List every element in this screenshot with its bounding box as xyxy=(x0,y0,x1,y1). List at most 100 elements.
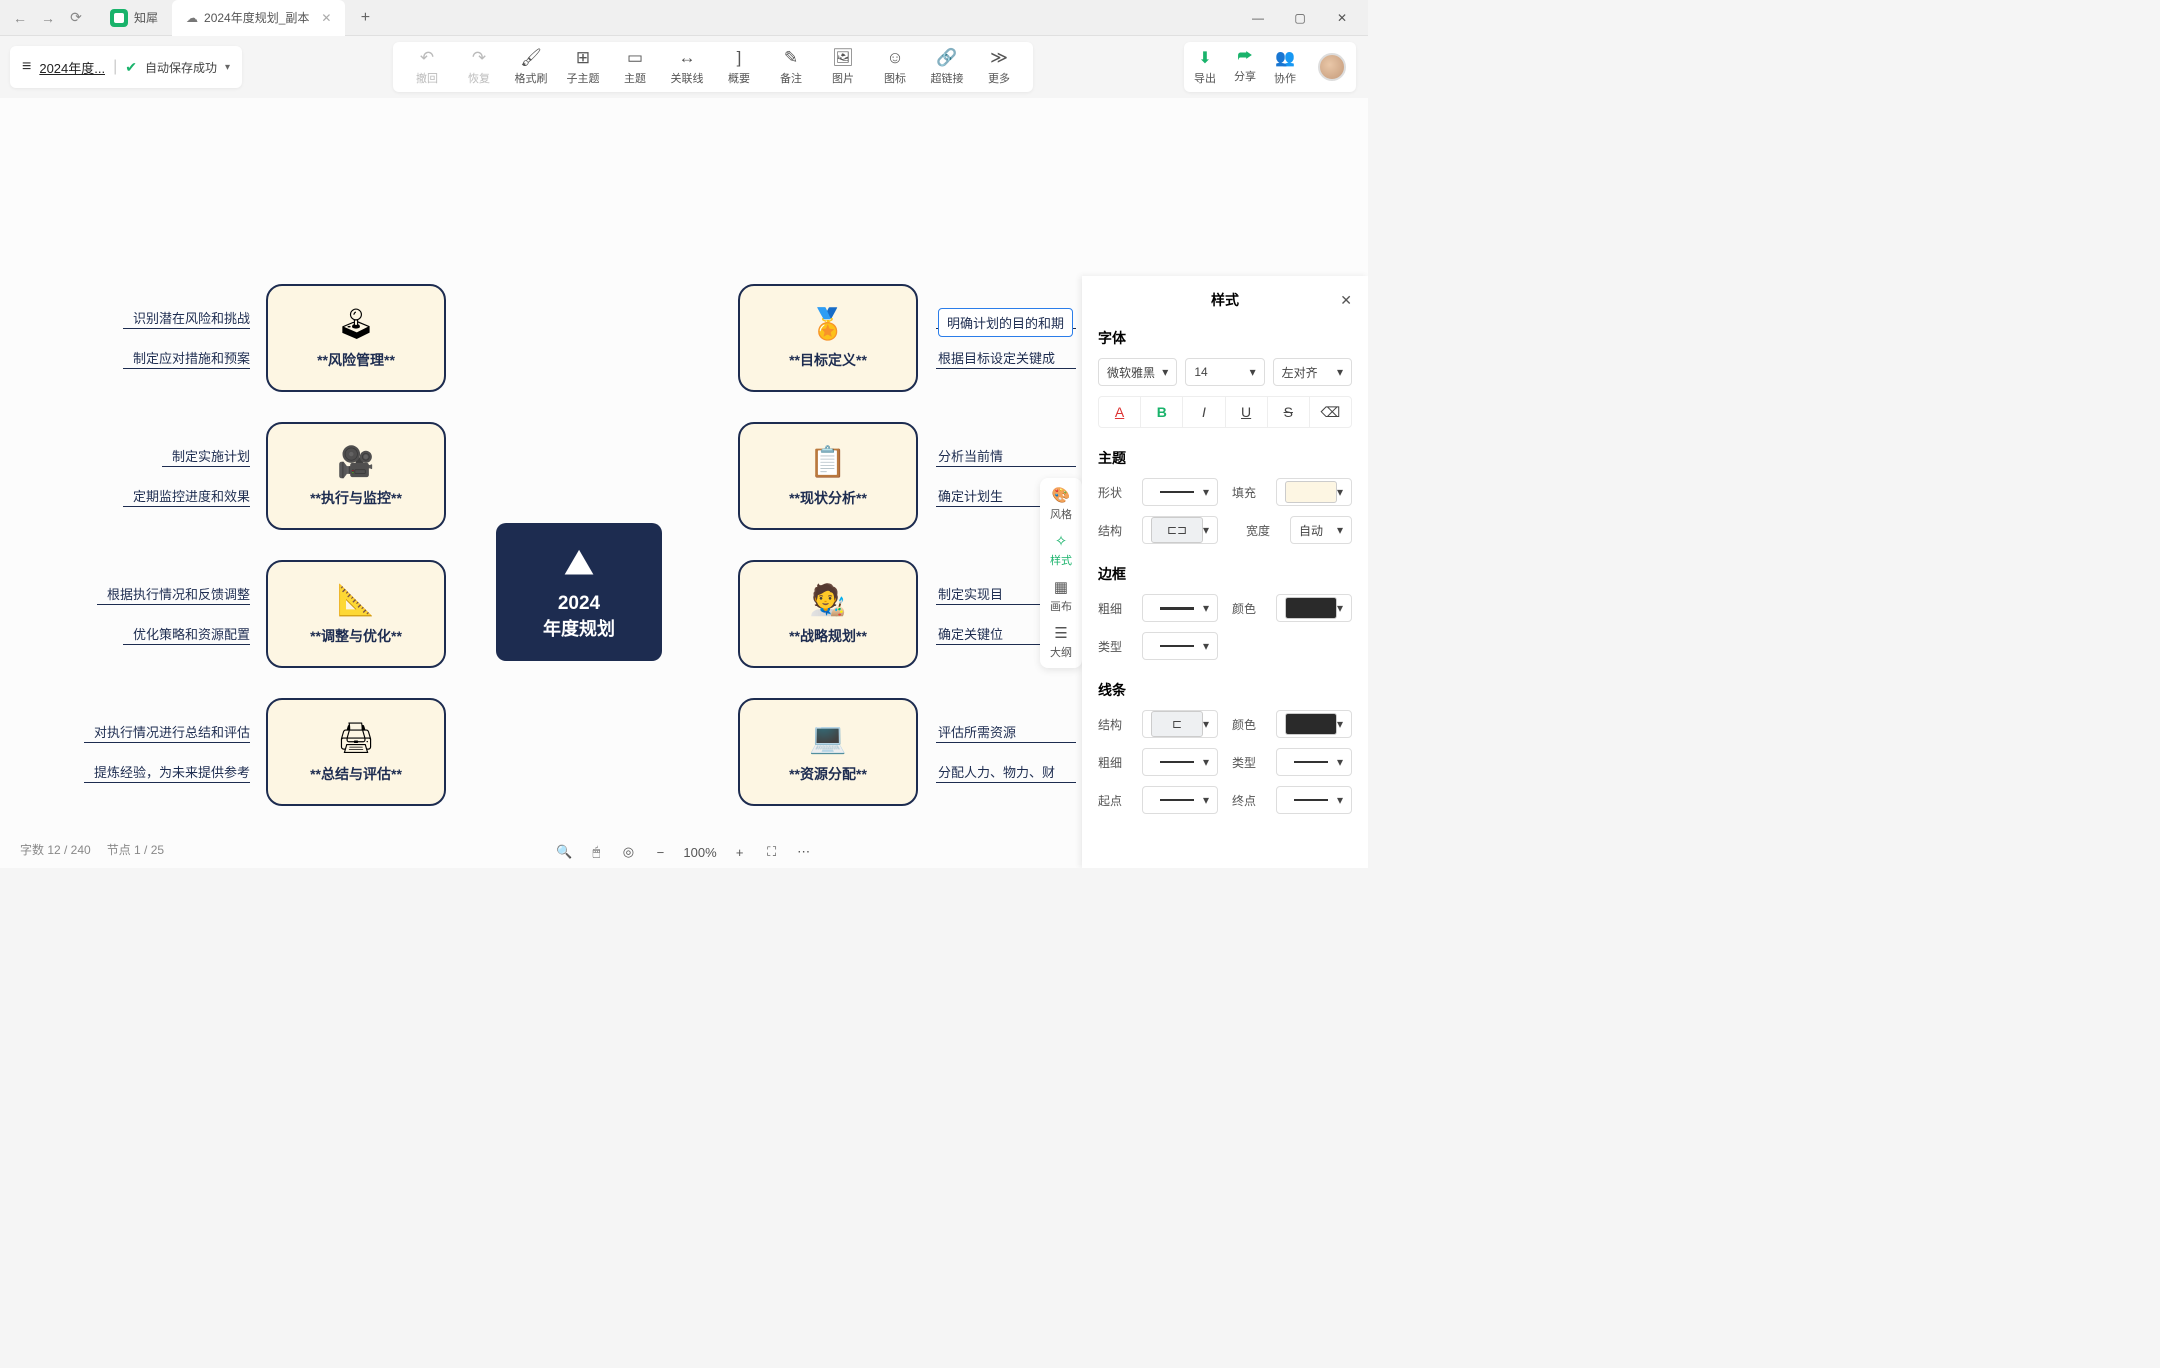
mind-center-node[interactable]: ⛰ 2024 年度规划 xyxy=(496,523,662,661)
icon-button[interactable]: ☺图标 xyxy=(869,48,921,86)
zoom-value: 100% xyxy=(683,845,716,860)
border-thick-select[interactable]: ▾ xyxy=(1142,594,1218,622)
leaf-node[interactable]: 提炼经验，为未来提供参考 xyxy=(84,762,250,781)
leaf-node[interactable]: 确定计划生 xyxy=(938,486,1003,505)
menu-icon[interactable]: ≡ xyxy=(22,58,31,76)
link-button[interactable]: 🔗超链接 xyxy=(921,48,973,86)
more-icon[interactable]: ⋯ xyxy=(795,844,813,860)
branch-node[interactable]: 🕹**风险管理** xyxy=(266,284,446,392)
branch-node[interactable]: 🏅**目标定义** xyxy=(738,284,918,392)
line-struct-select[interactable]: ⊏▾ xyxy=(1142,710,1218,738)
export-button[interactable]: ⬇导出 xyxy=(1194,48,1216,86)
window-maximize[interactable]: ▢ xyxy=(1282,4,1318,32)
autosave-status: 自动保存成功 xyxy=(145,59,217,76)
fill-select[interactable]: ▾ xyxy=(1276,478,1352,506)
note-button[interactable]: ✎备注 xyxy=(765,48,817,86)
leaf-node[interactable]: 评估所需资源 xyxy=(938,722,1016,741)
nav-back[interactable]: ← xyxy=(8,6,32,30)
window-close[interactable]: ✕ xyxy=(1324,4,1360,32)
more-button[interactable]: ≫更多 xyxy=(973,48,1025,86)
user-avatar[interactable] xyxy=(1318,53,1346,81)
branch-node[interactable]: 📐**调整与优化** xyxy=(266,560,446,668)
bold-button[interactable]: B xyxy=(1141,397,1183,427)
fit-icon[interactable]: ⛶ xyxy=(763,844,781,860)
collab-button[interactable]: 👥协作 xyxy=(1274,48,1296,86)
width-select[interactable]: 自动▾ xyxy=(1290,516,1352,544)
font-color-button[interactable]: A xyxy=(1099,397,1141,427)
leaf-node[interactable]: 定期监控进度和效果 xyxy=(123,486,250,505)
line-end-select[interactable]: ▾ xyxy=(1276,786,1352,814)
zoom-out-button[interactable]: − xyxy=(651,845,669,860)
redo-icon: ↷ xyxy=(472,48,486,68)
font-family-select[interactable]: 微软雅黑▾ xyxy=(1098,358,1177,386)
format-brush-button[interactable]: 🖌格式刷 xyxy=(505,48,557,86)
leaf-node[interactable]: 优化策略和资源配置 xyxy=(123,624,250,643)
side-tab-outline[interactable]: ☰大纲 xyxy=(1050,624,1072,660)
nav-reload[interactable]: ⟳ xyxy=(64,6,88,30)
right-toolbar: ⬇导出 ⮫分享 👥协作 xyxy=(1184,42,1356,92)
tab-add-button[interactable]: + xyxy=(351,4,379,32)
branch-node[interactable]: 💻**资源分配** xyxy=(738,698,918,806)
window-minimize[interactable]: — xyxy=(1240,4,1276,32)
branch-node[interactable]: 📋**现状分析** xyxy=(738,422,918,530)
leaf-node[interactable]: 分配人力、物力、财 xyxy=(938,762,1055,781)
summary-button[interactable]: ]概要 xyxy=(713,48,765,86)
mouse-icon[interactable]: 🖱 xyxy=(587,844,605,860)
zoom-in-button[interactable]: + xyxy=(731,845,749,860)
relation-button[interactable]: ↔关联线 xyxy=(661,48,713,86)
leaf-node[interactable]: 根据执行情况和反馈调整 xyxy=(97,584,250,603)
side-tab-style[interactable]: ✧样式 xyxy=(1050,532,1072,568)
font-size-select[interactable]: 14▾ xyxy=(1185,358,1264,386)
line-type-select[interactable]: ▾ xyxy=(1276,748,1352,776)
clear-format-button[interactable]: ⌫ xyxy=(1310,397,1351,427)
more-icon: ≫ xyxy=(990,48,1008,68)
search-icon[interactable]: 🔍 xyxy=(555,844,573,860)
subtopic-button[interactable]: ⊞子主题 xyxy=(557,48,609,86)
border-color-select[interactable]: ▾ xyxy=(1276,594,1352,622)
leaf-node[interactable]: 制定应对措施和预案 xyxy=(123,348,250,367)
undo-button[interactable]: ↶撤回 xyxy=(401,48,453,86)
branch-node[interactable]: 🧑‍🎨**战略规划** xyxy=(738,560,918,668)
leaf-node[interactable]: 明确计划的目的和期 xyxy=(938,308,1073,337)
nav-forward[interactable]: → xyxy=(36,6,60,30)
panel-close-icon[interactable]: ✕ xyxy=(1340,292,1352,309)
branch-node[interactable]: 🖨**总结与评估** xyxy=(266,698,446,806)
leaf-node[interactable]: 制定实现目 xyxy=(938,584,1003,603)
side-tab-style-theme[interactable]: 🎨风格 xyxy=(1050,486,1072,522)
leaf-node[interactable]: 制定实施计划 xyxy=(162,446,250,465)
app-tab[interactable]: 知犀 xyxy=(96,0,172,36)
doc-tab[interactable]: ☁ 2024年度规划_副本 ✕ xyxy=(172,0,345,36)
center-subtitle: 年度规划 xyxy=(543,615,615,641)
line-color-select[interactable]: ▾ xyxy=(1276,710,1352,738)
leaf-node[interactable]: 识别潜在风险和挑战 xyxy=(123,308,250,327)
autosave-check-icon: ✔ xyxy=(125,59,137,76)
leaf-node[interactable]: 确定关键位 xyxy=(938,624,1003,643)
leaf-node[interactable]: 分析当前情 xyxy=(938,446,1003,465)
side-tab-canvas[interactable]: ▦画布 xyxy=(1050,578,1072,614)
doc-tab-label: 2024年度规划_副本 xyxy=(204,9,309,26)
text-align-select[interactable]: 左对齐▾ xyxy=(1273,358,1352,386)
line-section-title: 线条 xyxy=(1098,680,1352,700)
branch-node[interactable]: 🎥**执行与监控** xyxy=(266,422,446,530)
image-button[interactable]: 🖼图片 xyxy=(817,48,869,86)
border-type-select[interactable]: ▾ xyxy=(1142,632,1218,660)
share-button[interactable]: ⮫分享 xyxy=(1234,48,1256,86)
redo-button[interactable]: ↷恢复 xyxy=(453,48,505,86)
underline-button[interactable]: U xyxy=(1226,397,1268,427)
leaf-node[interactable]: 对执行情况进行总结和评估 xyxy=(84,722,250,741)
structure-select[interactable]: ⊏⊐▾ xyxy=(1142,516,1218,544)
doc-title[interactable]: 2024年度... xyxy=(39,58,105,77)
strike-button[interactable]: S xyxy=(1268,397,1310,427)
leaf-node[interactable]: 根据目标设定关键成 xyxy=(938,348,1055,367)
side-tab-strip: 🎨风格 ✧样式 ▦画布 ☰大纲 xyxy=(1040,478,1082,668)
topic-button[interactable]: ▭主题 xyxy=(609,48,661,86)
tab-close-icon[interactable]: ✕ xyxy=(321,11,331,25)
autosave-dropdown-icon[interactable]: ▾ xyxy=(225,62,230,73)
italic-button[interactable]: I xyxy=(1183,397,1225,427)
line-start-select[interactable]: ▾ xyxy=(1142,786,1218,814)
shape-select[interactable]: ▾ xyxy=(1142,478,1218,506)
line-thick-select[interactable]: ▾ xyxy=(1142,748,1218,776)
compass-icon[interactable]: ◎ xyxy=(619,844,637,860)
topic-icon: ▭ xyxy=(627,48,643,68)
export-icon: ⬇ xyxy=(1198,48,1211,68)
